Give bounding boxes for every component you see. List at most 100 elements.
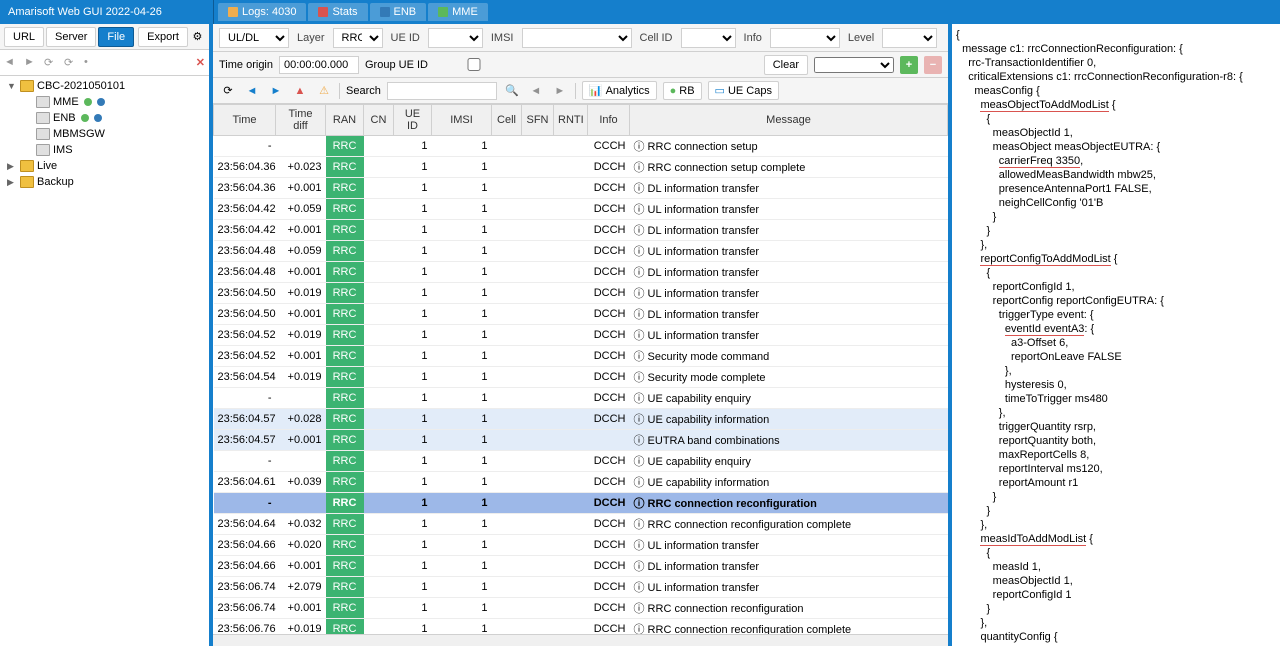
cell: 23:56:04.488: [214, 241, 276, 262]
cell: 1: [432, 577, 492, 598]
top-tab-enb[interactable]: ENB: [370, 3, 427, 21]
col-info[interactable]: Info: [588, 105, 630, 136]
table-row[interactable]: 23:56:04.509+0.001RRC11DCCHⓘ DL informat…: [214, 304, 948, 325]
time-origin-input[interactable]: [279, 56, 359, 74]
col-imsi[interactable]: IMSI: [432, 105, 492, 136]
cellid-select[interactable]: [681, 28, 736, 48]
close-icon[interactable]: ✕: [196, 56, 205, 69]
rb-button[interactable]: ●RB: [663, 82, 702, 100]
col-cn[interactable]: CN: [364, 105, 394, 136]
filter-preset-select[interactable]: [814, 57, 894, 73]
col-ueid[interactable]: UE ID: [394, 105, 432, 136]
file-button[interactable]: File: [98, 27, 134, 47]
h-scrollbar[interactable]: [213, 634, 948, 646]
col-cell[interactable]: Cell: [492, 105, 522, 136]
imsi-select[interactable]: [522, 28, 632, 48]
analytics-button[interactable]: 📊Analytics: [582, 81, 657, 100]
table-row[interactable]: 23:56:04.548+0.019RRC11DCCHⓘ Security mo…: [214, 367, 948, 388]
cell: [554, 451, 588, 472]
table-row[interactable]: 23:56:04.577+0.001RRC11ⓘ EUTRA band comb…: [214, 430, 948, 451]
gear-icon[interactable]: ⚙: [190, 28, 205, 46]
top-tab-mme[interactable]: MME: [428, 3, 488, 21]
binoculars-icon[interactable]: 🔍: [503, 82, 521, 100]
tree-node-backup[interactable]: ▶Backup: [0, 174, 209, 190]
file-icon: [228, 7, 238, 17]
tree-node-ims[interactable]: IMS: [0, 142, 209, 158]
refresh-log-icon[interactable]: ⟳: [219, 82, 237, 100]
code-line: }: [956, 602, 1276, 616]
col-message[interactable]: Message: [630, 105, 948, 136]
ueid-select[interactable]: [428, 28, 483, 48]
table-row[interactable]: 23:56:06.749+0.001RRC11DCCHⓘ RRC connect…: [214, 598, 948, 619]
col-ran[interactable]: RAN: [326, 105, 364, 136]
export-button[interactable]: Export: [138, 27, 188, 47]
level-select[interactable]: [882, 28, 937, 48]
top-tab-logs[interactable]: Logs: 4030: [218, 3, 306, 21]
table-row[interactable]: 23:56:04.668+0.020RRC11DCCHⓘ UL informat…: [214, 535, 948, 556]
tree-node-mbmsgw[interactable]: MBMSGW: [0, 126, 209, 142]
table-row[interactable]: 23:56:04.368+0.023RRC11DCCHⓘ RRC connect…: [214, 157, 948, 178]
uecaps-button[interactable]: ▭UE Caps: [708, 81, 779, 100]
dot-icon[interactable]: •: [84, 56, 98, 70]
info-select[interactable]: [770, 28, 840, 48]
cell: DCCH: [588, 304, 630, 325]
search-input[interactable]: [387, 82, 497, 100]
table-row[interactable]: 23:56:04.369+0.001RRC11DCCHⓘ DL informat…: [214, 178, 948, 199]
prev-icon[interactable]: ◄: [243, 82, 261, 100]
remove-filter-icon[interactable]: −: [924, 56, 942, 74]
tree-node-mme[interactable]: MME: [0, 94, 209, 110]
message-detail-panel[interactable]: { message c1: rrcConnectionReconfigurati…: [952, 24, 1280, 646]
uldl-select[interactable]: UL/DL: [219, 28, 289, 48]
reload-icon[interactable]: ⟳: [64, 56, 78, 70]
cell: RRC: [326, 535, 364, 556]
log-table[interactable]: TimeTime diffRANCNUE IDIMSICellSFNRNTIIn…: [213, 104, 948, 634]
table-row[interactable]: 23:56:04.489+0.001RRC11DCCHⓘ DL informat…: [214, 262, 948, 283]
back-icon[interactable]: ◄: [4, 56, 18, 70]
table-row[interactable]: 23:56:04.648+0.032RRC11DCCHⓘ RRC connect…: [214, 514, 948, 535]
col-sfn[interactable]: SFN: [522, 105, 554, 136]
table-row[interactable]: 23:56:06.748+2.079RRC11DCCHⓘ UL informat…: [214, 577, 948, 598]
search-next-icon[interactable]: ►: [551, 82, 569, 100]
forward-icon[interactable]: ►: [24, 56, 38, 70]
cell: [364, 325, 394, 346]
code-line: reportConfig reportConfigEUTRA: {: [956, 294, 1276, 308]
table-row[interactable]: 23:56:04.529+0.001RRC11DCCHⓘ Security mo…: [214, 346, 948, 367]
add-filter-icon[interactable]: +: [900, 56, 918, 74]
table-row[interactable]: 23:56:04.616+0.039RRC11DCCHⓘ UE capabili…: [214, 472, 948, 493]
col-rnti[interactable]: RNTI: [554, 105, 588, 136]
code-line: reportQuantity both,: [956, 434, 1276, 448]
cell: DCCH: [588, 262, 630, 283]
table-row[interactable]: -RRC11CCCHⓘ RRC connection setup: [214, 136, 948, 157]
table-row[interactable]: -RRC11DCCHⓘ UE capability enquiry: [214, 451, 948, 472]
tree-node-live[interactable]: ▶Live: [0, 158, 209, 174]
table-row[interactable]: -RRC11DCCHⓘ RRC connection reconfigurati…: [214, 493, 948, 514]
cell: 1: [432, 493, 492, 514]
table-row[interactable]: 23:56:04.488+0.059RRC11DCCHⓘ UL informat…: [214, 241, 948, 262]
table-row[interactable]: 23:56:04.429+0.001RRC11DCCHⓘ DL informat…: [214, 220, 948, 241]
search-prev-icon[interactable]: ◄: [527, 82, 545, 100]
refresh-icon[interactable]: ⟳: [44, 56, 58, 70]
table-row[interactable]: 23:56:04.428+0.059RRC11DCCHⓘ UL informat…: [214, 199, 948, 220]
server-button[interactable]: Server: [46, 27, 96, 47]
url-button[interactable]: URL: [4, 27, 44, 47]
group-ueid-checkbox[interactable]: [434, 58, 514, 71]
alert-icon[interactable]: ⚠: [315, 82, 333, 100]
next-icon[interactable]: ►: [267, 82, 285, 100]
table-row[interactable]: 23:56:04.508+0.019RRC11DCCHⓘ UL informat…: [214, 283, 948, 304]
table-row[interactable]: 23:56:06.768+0.019RRC11DCCHⓘ RRC connect…: [214, 619, 948, 635]
tree-node-enb[interactable]: ENB: [0, 110, 209, 126]
clear-button[interactable]: Clear: [764, 55, 808, 75]
cell: 23:56:04.648: [214, 514, 276, 535]
table-row[interactable]: -RRC11DCCHⓘ UE capability enquiry: [214, 388, 948, 409]
warning-icon[interactable]: ▲: [291, 82, 309, 100]
cell: [522, 241, 554, 262]
col-time[interactable]: Time: [214, 105, 276, 136]
top-tab-stats[interactable]: Stats: [308, 3, 367, 21]
layer-select[interactable]: RRC: [333, 28, 383, 48]
tree-node-cbc-2021050101[interactable]: ▼CBC-2021050101: [0, 78, 209, 94]
table-row[interactable]: 23:56:04.528+0.019RRC11DCCHⓘ UL informat…: [214, 325, 948, 346]
col-timediff[interactable]: Time diff: [276, 105, 326, 136]
table-row[interactable]: 23:56:04.669+0.001RRC11DCCHⓘ DL informat…: [214, 556, 948, 577]
code-line: allowedMeasBandwidth mbw25,: [956, 168, 1276, 182]
table-row[interactable]: 23:56:04.576+0.028RRC11DCCHⓘ UE capabili…: [214, 409, 948, 430]
